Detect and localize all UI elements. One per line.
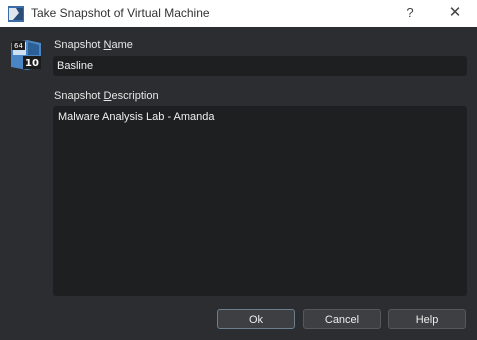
snapshot-name-label-pre: Snapshot [54,39,104,51]
cancel-button[interactable]: Cancel [303,309,381,329]
ok-button[interactable]: Ok [217,309,295,329]
snapshot-description-textarea[interactable]: Malware Analysis Lab - Amanda [53,106,467,296]
snapshot-name-label-mnemonic: N [103,39,112,51]
close-icon[interactable]: ✕ [442,3,468,23]
snapshot-name-input[interactable]: Basline [53,56,467,76]
window-title: Take Snapshot of Virtual Machine [31,6,210,20]
help-icon[interactable]: ? [398,3,422,23]
dialog-body: 64 10 Snapshot Name Basline Snapshot Des… [0,27,477,340]
snapshot-description-label: Snapshot Description [54,90,159,102]
snapshot-description-label-mnemonic: D [103,90,112,102]
help-button[interactable]: Help [388,309,466,329]
vm-icon-arch-text: 64 [14,42,23,50]
title-bar: Take Snapshot of Virtual Machine ? ✕ [0,0,477,27]
snapshot-name-label: Snapshot Name [54,39,133,51]
snapshot-description-label-post: escription [111,90,159,102]
virtualbox-app-icon [8,6,24,22]
snapshot-name-label-post: ame [111,39,133,51]
snapshot-description-label-pre: Snapshot [54,90,104,102]
vm-icon-version-text: 10 [25,58,39,69]
windows-10-64bit-vm-icon: 64 10 [11,40,41,70]
